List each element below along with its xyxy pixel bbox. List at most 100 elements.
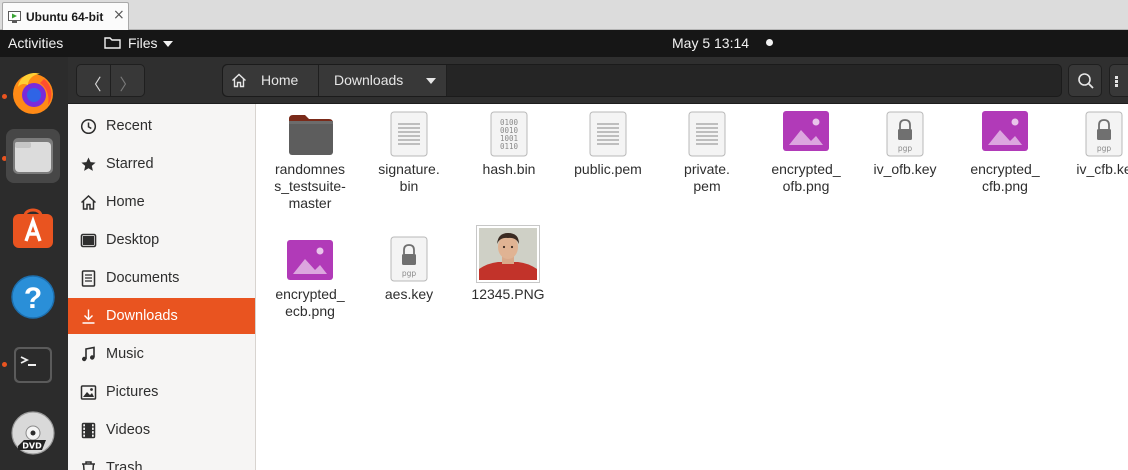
dock-dvd[interactable]: DVD (6, 406, 60, 460)
file-grid: randomnes s_testsuite-master signature. bi… (257, 104, 1128, 470)
sidebar-item-label: Starred (106, 156, 154, 172)
chevron-down-icon (426, 78, 436, 84)
desktop-icon (80, 233, 97, 248)
breadcrumb-home[interactable]: Home (223, 65, 319, 96)
sidebar-item-videos[interactable]: Videos (68, 412, 255, 448)
sidebar-item-label: Documents (106, 270, 180, 286)
file-name: iv_ofb.key (873, 161, 937, 177)
sidebar-item-documents[interactable]: Documents (68, 260, 255, 296)
software-center-icon (13, 208, 53, 248)
file-name: public.pem (574, 161, 642, 177)
sidebar-item-label: Desktop (106, 232, 160, 248)
breadcrumb-downloads-label: Downloads (334, 72, 404, 88)
sidebar-item-desktop[interactable]: Desktop (68, 222, 255, 258)
firefox-icon (13, 73, 53, 114)
file-name: signature. bin (378, 161, 440, 194)
sidebar-item-label: Home (106, 194, 145, 210)
breadcrumb-downloads[interactable]: Downloads (319, 65, 447, 96)
search-button[interactable] (1068, 64, 1102, 97)
sidebar-item-pictures[interactable]: Pictures (68, 374, 255, 410)
view-options-button[interactable] (1109, 64, 1128, 97)
back-button[interactable]: 〈 (76, 64, 111, 97)
grid-view-icon (1115, 76, 1118, 87)
vm-tab-label: Ubuntu 64-bit (26, 10, 104, 24)
path-bar: Home Downloads (222, 64, 1062, 97)
text-file-icon (688, 111, 726, 157)
home-icon (232, 73, 246, 88)
pgp-key-file-icon: pgp (1085, 111, 1123, 157)
sidebar-item-starred[interactable]: Starred (68, 146, 255, 182)
image-file-icon (287, 240, 333, 280)
photo-thumbnail (476, 225, 540, 283)
sidebar-item-home[interactable]: Home (68, 184, 255, 220)
folder-icon (289, 115, 333, 155)
dock-terminal[interactable] (6, 338, 60, 392)
svg-text:DVD: DVD (22, 442, 42, 451)
home-icon (80, 194, 97, 210)
file-name: encrypted_ cfb.png (970, 161, 1040, 194)
sidebar-item-label: Recent (106, 118, 152, 134)
sidebar-item-music[interactable]: Music (68, 336, 255, 372)
file-name: 12345.PNG (471, 286, 545, 302)
sidebar-item-label: Trash (106, 460, 143, 470)
file-name: encrypted_ ecb.png (275, 286, 345, 319)
sidebar-item-trash[interactable]: Trash (68, 450, 255, 470)
pgp-badge: pgp (898, 144, 913, 153)
sidebar-item-downloads[interactable]: Downloads (68, 298, 255, 334)
file-name: randomnes s_testsuite-master (274, 161, 346, 211)
terminal-icon (14, 347, 52, 383)
clock[interactable]: May 5 13:14 (672, 35, 749, 51)
folder-icon (104, 37, 121, 49)
sidebar-item-label: Music (106, 346, 144, 362)
file-name: private. pem (684, 161, 730, 194)
dock-firefox[interactable] (6, 65, 60, 119)
svg-text:?: ? (24, 282, 42, 315)
star-icon (81, 157, 96, 171)
file-name: encrypted_ ofb.png (771, 161, 841, 194)
text-file-icon (390, 111, 428, 157)
forward-button[interactable]: 〉 (110, 64, 145, 97)
vm-tab[interactable]: Ubuntu 64-bit × (2, 2, 129, 30)
places-sidebar: Recent Starred Home Desktop Documents Do… (68, 104, 256, 470)
vm-icon (8, 11, 21, 23)
image-file-icon (783, 111, 829, 151)
svg-text:0110: 0110 (500, 142, 519, 151)
header-bar: 〈 〉 Home Downloads (68, 57, 1128, 104)
binary-file-icon: 0100 0010 1001 0110 (490, 111, 528, 157)
document-icon (81, 270, 96, 287)
top-bar: Activities Files May 5 13:14 (0, 30, 1128, 57)
close-icon[interactable]: × (113, 7, 125, 23)
music-icon (82, 346, 95, 362)
vm-tab-strip: Ubuntu 64-bit × (0, 0, 1128, 30)
sidebar-item-label: Pictures (106, 384, 159, 400)
video-icon (81, 422, 96, 439)
chevron-right-icon: 〉 (119, 75, 136, 94)
trash-icon (82, 461, 95, 470)
dock-files[interactable] (6, 129, 60, 183)
download-icon (82, 309, 95, 324)
sidebar-item-label: Videos (106, 422, 151, 438)
file-name: hash.bin (482, 161, 536, 177)
pgp-key-file-icon: pgp (886, 111, 924, 157)
dock-software[interactable] (6, 200, 60, 254)
pgp-key-file-icon: pgp (390, 236, 428, 282)
activities-button[interactable]: Activities (8, 35, 63, 51)
chevron-left-icon: 〈 (85, 75, 102, 94)
sidebar-item-label: Downloads (106, 308, 178, 324)
text-file-icon (589, 111, 627, 157)
file-name: aes.key (384, 286, 434, 302)
sidebar-item-recent[interactable]: Recent (68, 108, 255, 144)
file-name: iv_cfb.ke (1076, 161, 1128, 177)
chevron-down-icon (163, 41, 173, 47)
files-icon (13, 138, 53, 174)
notification-dot-icon (766, 39, 773, 46)
clock-icon (80, 118, 97, 135)
picture-icon (80, 385, 97, 400)
dock-help[interactable]: ? (6, 270, 60, 324)
search-icon (1078, 73, 1094, 89)
image-file-icon (982, 111, 1028, 151)
dvd-icon: DVD (11, 411, 55, 455)
pgp-badge: pgp (402, 269, 417, 278)
pgp-badge: pgp (1097, 144, 1112, 153)
app-menu-label: Files (128, 35, 158, 51)
